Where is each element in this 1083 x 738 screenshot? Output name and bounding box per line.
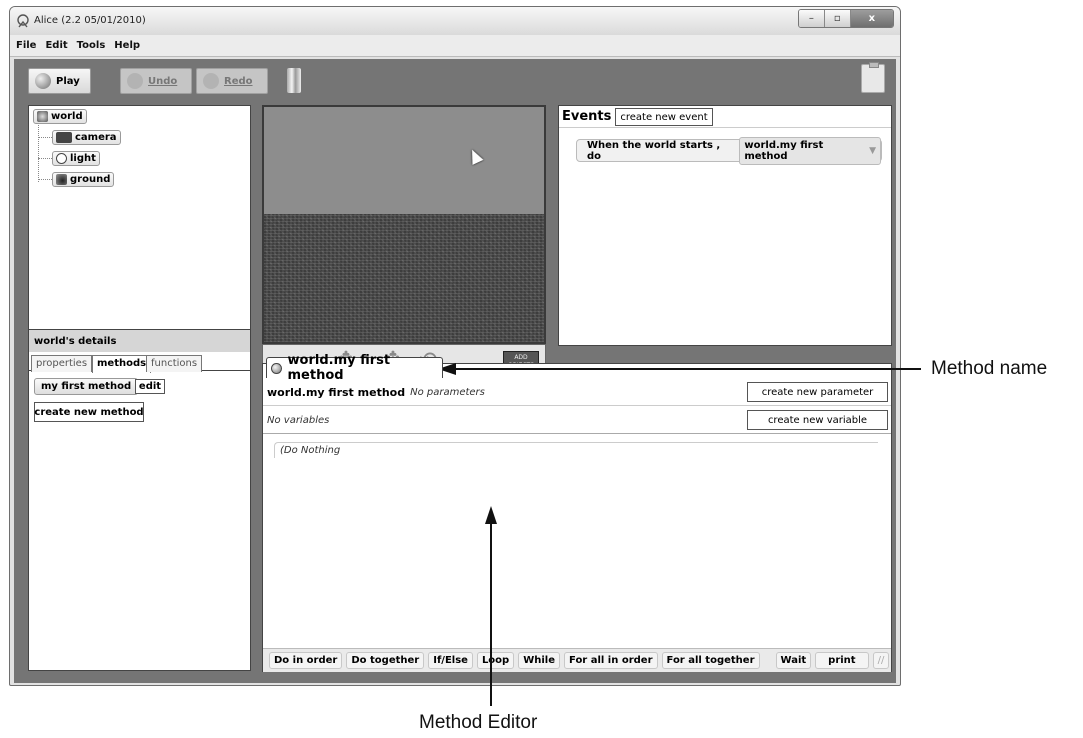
method-ball-icon	[271, 362, 282, 374]
method-name-callout: Method name	[931, 358, 1048, 379]
method-tab-title: world.my first method	[287, 353, 391, 383]
method-editor-arrowhead	[485, 506, 497, 524]
method-editor-callout: Method Editor	[419, 712, 538, 733]
method-editor-tab[interactable]: world.my first method	[266, 353, 443, 383]
callout-arrows	[438, 363, 921, 706]
